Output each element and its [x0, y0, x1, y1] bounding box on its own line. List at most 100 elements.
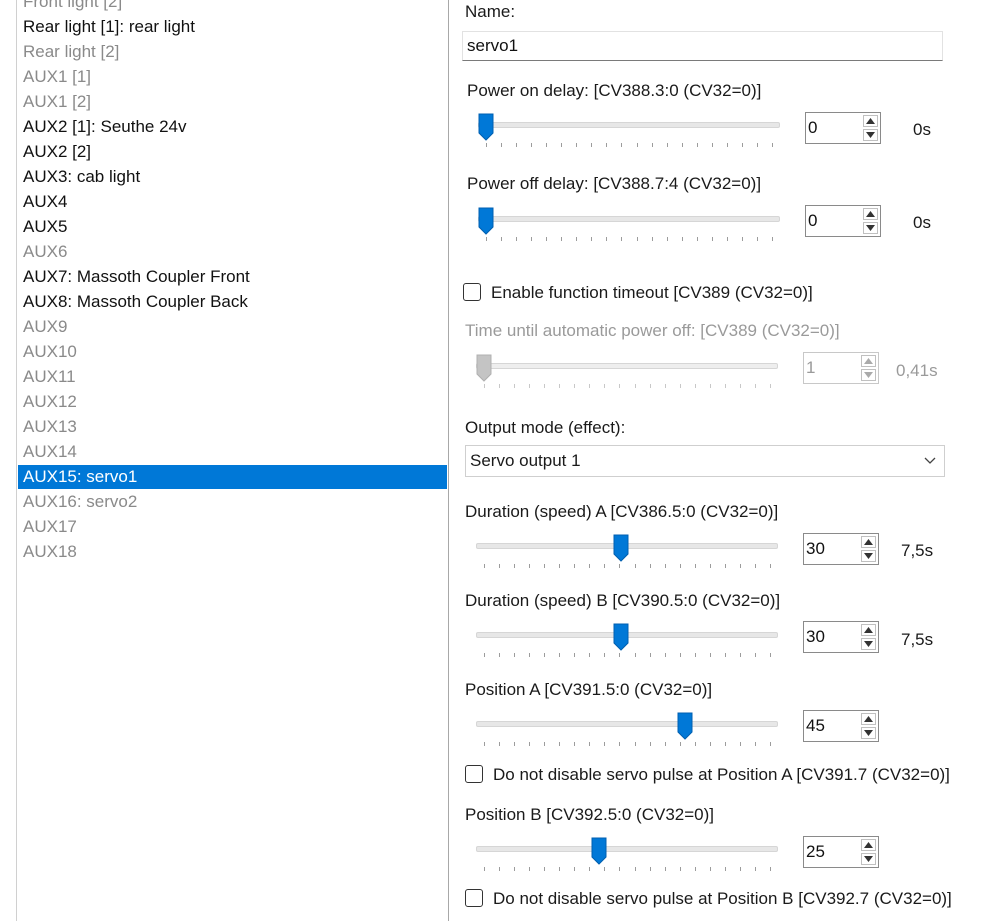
enable-timeout-checkbox[interactable] — [463, 283, 481, 301]
slider-ticks — [478, 237, 780, 241]
slider-tick — [694, 384, 696, 388]
slider-thumb[interactable] — [591, 837, 607, 865]
slider-thumb[interactable] — [613, 534, 629, 562]
list-item[interactable]: AUX3: cab light — [18, 165, 447, 189]
list-item[interactable]: AUX10 — [18, 340, 447, 364]
slider-tick — [546, 237, 548, 241]
spin-down-icon[interactable] — [861, 638, 876, 650]
spin-up-icon[interactable] — [861, 624, 876, 636]
spin-up-icon[interactable] — [863, 208, 878, 220]
slider-tick — [604, 564, 606, 568]
slider-tick — [741, 237, 743, 241]
slider-thumb[interactable] — [476, 354, 492, 382]
position-b-spinbox[interactable]: 25 — [803, 836, 879, 868]
list-item[interactable]: AUX12 — [18, 390, 447, 414]
slider-tick — [514, 384, 516, 388]
duration-a-spinbox[interactable]: 30 — [803, 533, 879, 565]
duration-b-slider[interactable] — [476, 623, 778, 659]
slider-tick — [694, 653, 696, 657]
slider-tick — [574, 653, 576, 657]
position-a-slider[interactable] — [476, 712, 778, 748]
slider-thumb[interactable] — [677, 712, 693, 740]
power-off-delay-spinbox[interactable]: 0 — [805, 205, 881, 237]
spin-down-icon[interactable] — [863, 129, 878, 141]
position-a-value: 45 — [806, 716, 825, 735]
output-mode-dropdown[interactable]: Servo output 1 — [465, 445, 945, 477]
list-item[interactable]: AUX13 — [18, 415, 447, 439]
slider-tick — [514, 653, 516, 657]
slider-thumb[interactable] — [613, 623, 629, 651]
spin-down-icon[interactable] — [861, 550, 876, 562]
list-item[interactable]: AUX1 [1] — [18, 65, 447, 89]
slider-tick — [606, 143, 608, 147]
spin-down-icon[interactable] — [863, 222, 878, 234]
slider-tick — [501, 237, 503, 241]
slider-thumb[interactable] — [478, 113, 494, 141]
list-item[interactable]: AUX6 — [18, 240, 447, 264]
no-disable-pulse-b-checkbox[interactable] — [465, 889, 483, 907]
no-disable-pulse-a-checkbox[interactable] — [465, 765, 483, 783]
name-input[interactable] — [462, 31, 943, 61]
slider-tick — [649, 742, 651, 746]
power-on-delay-spinbox[interactable]: 0 — [805, 112, 881, 144]
list-item[interactable]: AUX8: Massoth Coupler Back — [18, 290, 447, 314]
slider-ticks — [476, 564, 778, 568]
spin-down-icon[interactable] — [861, 727, 876, 739]
slider-tick — [694, 742, 696, 746]
slider-tick — [499, 653, 501, 657]
spin-down-icon[interactable] — [861, 369, 876, 381]
slider-tick — [649, 867, 651, 871]
list-item[interactable]: AUX11 — [18, 365, 447, 389]
slider-tick — [726, 237, 728, 241]
output-mode-value: Servo output 1 — [470, 451, 581, 470]
list-item[interactable]: AUX9 — [18, 315, 447, 339]
slider-thumb[interactable] — [478, 207, 494, 235]
spin-down-icon[interactable] — [861, 853, 876, 865]
list-item[interactable]: AUX7: Massoth Coupler Front — [18, 265, 447, 289]
duration-a-slider[interactable] — [476, 534, 778, 570]
power-on-delay-slider[interactable] — [478, 113, 780, 149]
list-item[interactable]: AUX16: servo2 — [18, 490, 447, 514]
power-off-delay-slider[interactable] — [478, 207, 780, 243]
slider-tick — [589, 867, 591, 871]
list-item[interactable]: AUX2 [1]: Seuthe 24v — [18, 115, 447, 139]
slider-ticks — [476, 742, 778, 746]
list-item[interactable]: AUX18 — [18, 540, 447, 564]
list-item[interactable]: Rear light [2] — [18, 40, 447, 64]
duration-a-label: Duration (speed) A [CV386.5:0 (CV32=0)] — [465, 502, 779, 521]
slider-tick — [649, 653, 651, 657]
list-item[interactable]: AUX5 — [18, 215, 447, 239]
list-item[interactable]: AUX4 — [18, 190, 447, 214]
spin-up-icon[interactable] — [861, 536, 876, 548]
spin-up-icon[interactable] — [861, 839, 876, 851]
slider-tick — [574, 742, 576, 746]
duration-b-spinbox[interactable]: 30 — [803, 621, 879, 653]
spin-up-icon[interactable] — [863, 115, 878, 127]
spin-up-icon[interactable] — [861, 713, 876, 725]
spin-up-icon[interactable] — [861, 355, 876, 367]
slider-tick — [636, 143, 638, 147]
slider-tick — [770, 564, 771, 568]
position-a-spinbox[interactable]: 45 — [803, 710, 879, 742]
list-item[interactable]: Front light [2] — [18, 0, 447, 14]
slider-tick — [604, 384, 606, 388]
auto-power-off-spinbox[interactable]: 1 — [803, 352, 879, 384]
slider-tick — [770, 653, 771, 657]
slider-tick — [739, 653, 741, 657]
slider-tick — [576, 237, 578, 241]
list-item[interactable]: AUX15: servo1 — [18, 465, 447, 489]
slider-tick — [679, 867, 681, 871]
auto-power-off-slider[interactable] — [476, 354, 778, 390]
slider-tick — [772, 237, 773, 241]
function-list[interactable]: Front light [2] Rear light [1]: rear ligh… — [16, 0, 449, 921]
slider-tick — [681, 143, 683, 147]
list-item[interactable]: AUX17 — [18, 515, 447, 539]
list-item[interactable]: AUX14 — [18, 440, 447, 464]
position-b-slider[interactable] — [476, 837, 778, 873]
slider-tick — [531, 143, 533, 147]
list-item[interactable]: AUX1 [2] — [18, 90, 447, 114]
slider-tick — [529, 742, 531, 746]
list-item[interactable]: Rear light [1]: rear light — [18, 15, 447, 39]
slider-tick — [514, 564, 516, 568]
list-item[interactable]: AUX2 [2] — [18, 140, 447, 164]
